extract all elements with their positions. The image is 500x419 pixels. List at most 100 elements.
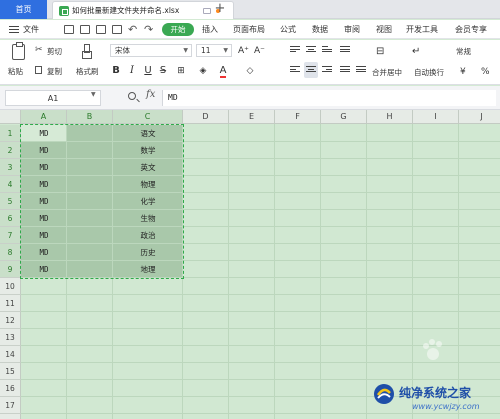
document-tab[interactable]: 如何批量新建文件夹并命名.xlsx — [52, 1, 234, 19]
formula-input[interactable]: MD — [162, 90, 496, 106]
tab-start[interactable]: 开始 — [162, 23, 194, 36]
selection-marquee — [20, 124, 184, 279]
row-header-8[interactable]: 8 — [0, 244, 21, 261]
tab-page-layout[interactable]: 页面布局 — [233, 20, 265, 39]
row-header-13[interactable]: 13 — [0, 329, 21, 346]
fill-color-icon[interactable]: ◈ — [196, 64, 210, 78]
name-box[interactable]: A1 — [5, 90, 101, 106]
chevron-down-icon: ▼ — [223, 47, 228, 54]
spreadsheet-grid[interactable]: ABCDEFGHIJ 123456789101112131415161718 M… — [0, 110, 500, 419]
column-header-j[interactable]: J — [459, 110, 500, 124]
row-header-18[interactable]: 18 — [0, 414, 21, 419]
row-header-15[interactable]: 15 — [0, 363, 21, 380]
new-tab-button[interactable]: + — [212, 0, 228, 19]
row-header-7[interactable]: 7 — [0, 227, 21, 244]
number-format-select[interactable]: 常规 — [456, 46, 471, 57]
column-header-a[interactable]: A — [21, 110, 67, 124]
column-header-d[interactable]: D — [183, 110, 229, 124]
align-center-icon[interactable] — [306, 66, 316, 74]
menu-icon[interactable] — [9, 26, 19, 33]
function-icon[interactable]: fx — [146, 89, 155, 100]
merge-center-button[interactable]: 合并居中 — [372, 67, 402, 78]
increase-font-icon[interactable]: A⁺ — [238, 46, 249, 56]
row-header-17[interactable]: 17 — [0, 397, 21, 414]
monitor-icon[interactable] — [203, 8, 211, 14]
align-left-icon[interactable] — [290, 66, 300, 74]
column-header-e[interactable]: E — [229, 110, 275, 124]
decrease-font-icon[interactable]: A⁻ — [254, 46, 265, 56]
redo-icon[interactable]: ↷ — [144, 21, 153, 38]
tab-insert[interactable]: 插入 — [202, 20, 218, 39]
column-header-b[interactable]: B — [67, 110, 113, 124]
strikethrough-icon[interactable]: S̶ — [158, 64, 168, 78]
save-icon[interactable] — [64, 25, 74, 34]
undo-icon[interactable]: ↶ — [128, 21, 137, 38]
orientation-icon[interactable] — [340, 46, 350, 54]
cut-button[interactable]: 剪切 — [47, 46, 62, 57]
chevron-down-icon[interactable]: ▼ — [91, 91, 96, 98]
row-header-10[interactable]: 10 — [0, 278, 21, 295]
column-gridline — [412, 124, 413, 419]
align-bottom-icon[interactable] — [322, 46, 332, 54]
watermark-site-name: 纯净系统之家 — [399, 386, 472, 400]
preview-icon[interactable] — [112, 25, 122, 34]
row-header-5[interactable]: 5 — [0, 193, 21, 210]
home-tab[interactable]: 首页 — [0, 0, 47, 19]
ribbon-toolbar: 粘贴 ✂ 剪切 复制 格式刷 宋体 ▼ 11 ▼ A⁺ A⁻ B I U S̶ … — [0, 40, 500, 85]
row-header-6[interactable]: 6 — [0, 210, 21, 227]
font-color-button[interactable]: A — [218, 64, 228, 78]
font-name-select[interactable]: 宋体 ▼ — [110, 44, 192, 57]
chevron-down-icon: ▼ — [183, 47, 188, 54]
font-size-select[interactable]: 11 ▼ — [196, 44, 232, 57]
borders-icon[interactable]: ⊞ — [176, 64, 186, 78]
zoom-icon[interactable] — [128, 92, 136, 100]
tab-developer[interactable]: 开发工具 — [406, 20, 438, 39]
merge-cells-icon[interactable]: ⊟ — [376, 46, 384, 57]
copy-button[interactable]: 复制 — [47, 66, 62, 77]
bold-button[interactable]: B — [111, 64, 121, 78]
paste-button[interactable]: 粘贴 — [8, 66, 23, 77]
tab-member[interactable]: 会员专享 — [455, 20, 487, 39]
print-icon[interactable] — [96, 25, 106, 34]
row-header-14[interactable]: 14 — [0, 346, 21, 363]
file-menu[interactable]: 文件 — [23, 20, 39, 39]
tab-view[interactable]: 视图 — [376, 20, 392, 39]
currency-button[interactable]: ¥ — [460, 67, 466, 77]
tab-review[interactable]: 审阅 — [344, 20, 360, 39]
select-all-corner[interactable] — [0, 110, 21, 124]
distribute-icon[interactable] — [340, 66, 350, 74]
column-header-c[interactable]: C — [113, 110, 183, 124]
column-header-i[interactable]: I — [413, 110, 459, 124]
tab-data[interactable]: 数据 — [312, 20, 328, 39]
row-header-16[interactable]: 16 — [0, 380, 21, 397]
row-header-11[interactable]: 11 — [0, 295, 21, 312]
align-middle-icon[interactable] — [306, 46, 316, 54]
format-painter-icon[interactable] — [82, 44, 92, 59]
wrap-text-button[interactable]: 自动换行 — [414, 67, 444, 78]
row-header-2[interactable]: 2 — [0, 142, 21, 159]
scissors-icon[interactable]: ✂ — [35, 45, 43, 55]
row-header-4[interactable]: 4 — [0, 176, 21, 193]
percent-button[interactable]: % — [481, 67, 490, 77]
row-header-12[interactable]: 12 — [0, 312, 21, 329]
wrap-text-icon[interactable]: ↵ — [412, 46, 420, 57]
underline-button[interactable]: U — [143, 64, 153, 78]
format-painter-button[interactable]: 格式刷 — [76, 66, 99, 77]
indent-icon[interactable] — [356, 66, 366, 74]
row-header-3[interactable]: 3 — [0, 159, 21, 176]
export-icon[interactable] — [80, 25, 90, 34]
tab-formulas[interactable]: 公式 — [280, 20, 296, 39]
row-gridline — [21, 311, 500, 312]
row-header-9[interactable]: 9 — [0, 261, 21, 278]
column-header-g[interactable]: G — [321, 110, 367, 124]
column-header-h[interactable]: H — [367, 110, 413, 124]
copy-icon[interactable] — [35, 66, 42, 74]
row-header-1[interactable]: 1 — [0, 125, 21, 142]
align-right-icon[interactable] — [322, 66, 332, 74]
italic-button[interactable]: I — [128, 64, 136, 78]
align-top-icon[interactable] — [290, 46, 300, 54]
paw-icon — [423, 339, 442, 360]
column-header-f[interactable]: F — [275, 110, 321, 124]
paste-icon[interactable] — [12, 42, 25, 60]
clear-format-icon[interactable]: ◇ — [244, 64, 256, 78]
